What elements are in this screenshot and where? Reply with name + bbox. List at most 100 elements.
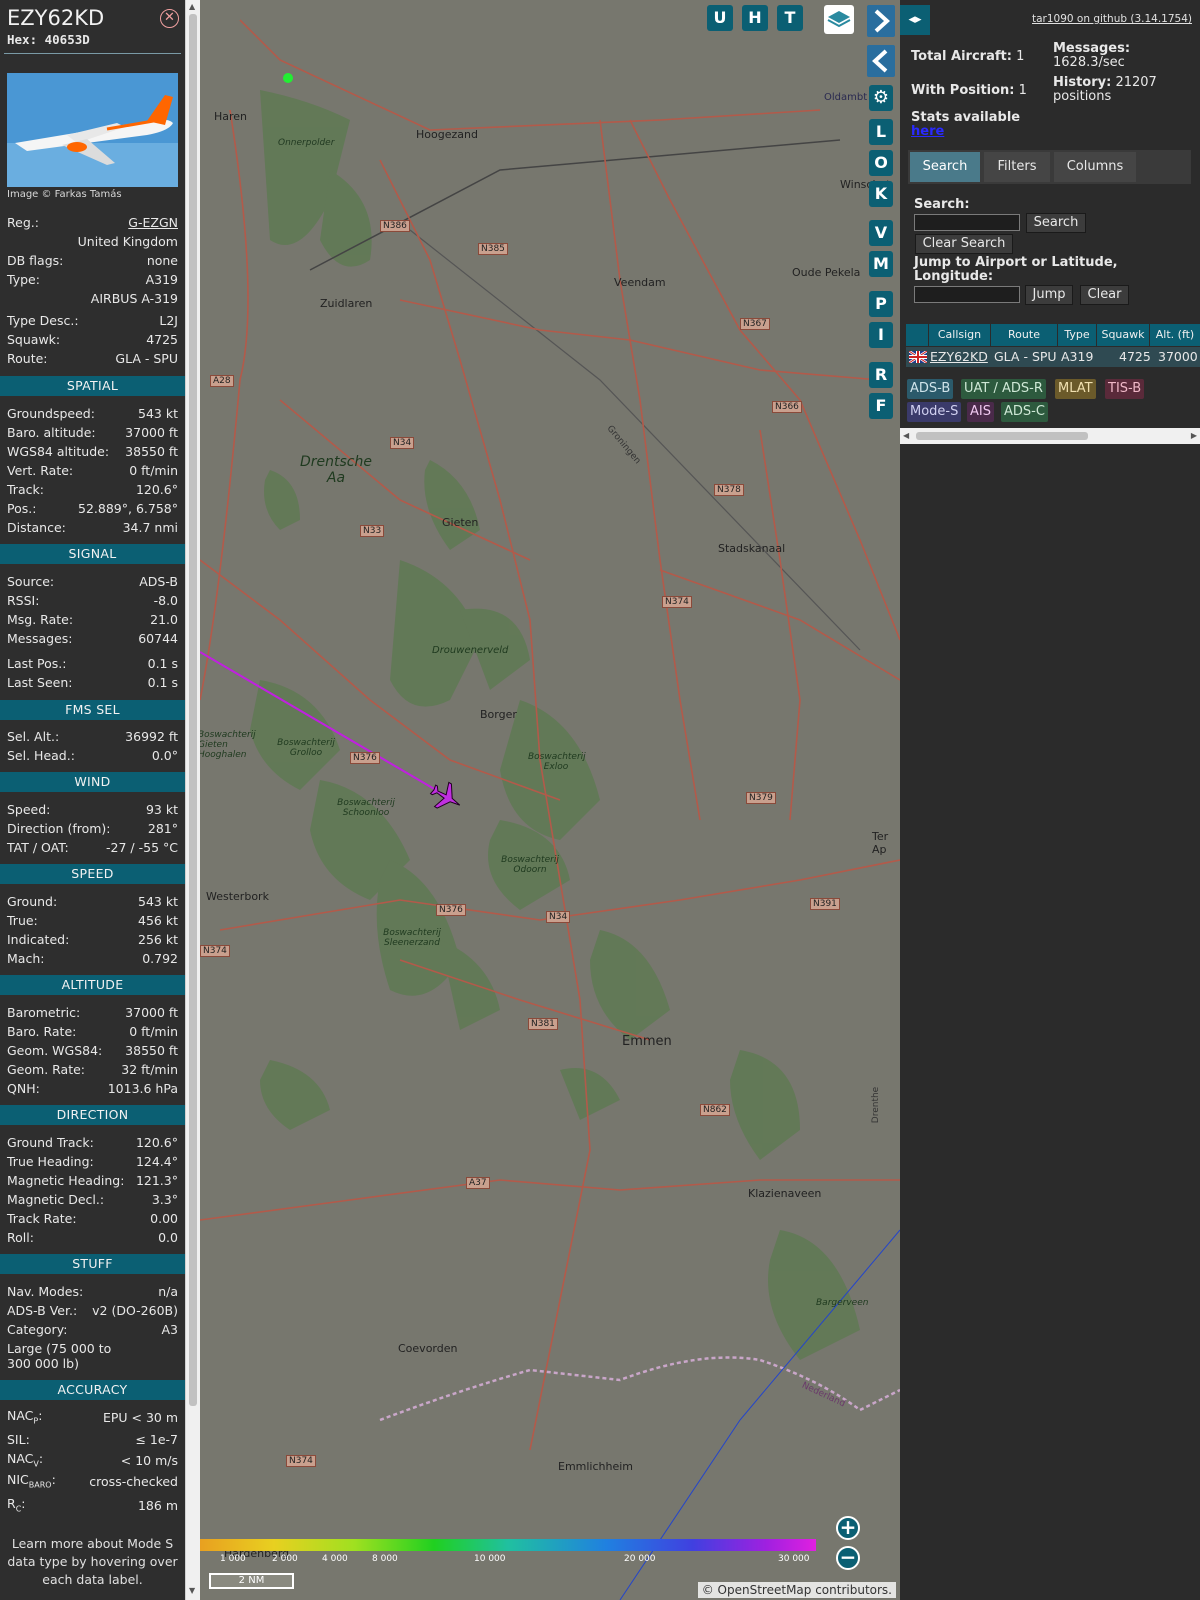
- close-icon[interactable]: ✕: [160, 9, 179, 28]
- accuracy-label: NICBARO:: [7, 1472, 56, 1490]
- section-spatial: SPATIAL: [0, 376, 185, 396]
- speed-label: True:: [7, 912, 38, 928]
- signal-value: ADS-B: [139, 573, 178, 589]
- legend-tis-b: TIS-B: [1105, 379, 1145, 399]
- aircraft-marker-icon[interactable]: [426, 777, 467, 817]
- direction-value: 3.3°: [151, 1191, 178, 1207]
- speed-value: 256 kt: [138, 931, 178, 947]
- wind-label: TAT / OAT:: [7, 839, 69, 855]
- section-altitude: ALTITUDE: [0, 975, 185, 995]
- altitude-tick: 20 000: [624, 1554, 656, 1564]
- map-label: Drenthe: [871, 1086, 882, 1124]
- scroll-down-icon[interactable]: ▼: [189, 1586, 195, 1595]
- tab-filters[interactable]: Filters: [984, 152, 1050, 182]
- expand-right-button[interactable]: [867, 5, 895, 37]
- stats-link[interactable]: here: [911, 124, 944, 139]
- map-layer: [200, 19, 900, 1600]
- hscroll-thumb[interactable]: [916, 432, 1088, 440]
- map-button-i[interactable]: I: [869, 322, 893, 348]
- section-signal: SIGNAL: [0, 544, 185, 564]
- stats-note: Stats available here: [911, 110, 1021, 139]
- search-input[interactable]: [914, 214, 1020, 231]
- tab-columns[interactable]: Columns: [1054, 152, 1136, 182]
- type-value: A319: [145, 271, 178, 287]
- signal-value: 60744: [138, 630, 178, 646]
- scroll-right-icon[interactable]: ▶: [1191, 431, 1197, 440]
- altitude-value: 38550 ft: [125, 1042, 178, 1058]
- zoom-out-button[interactable]: −: [836, 1546, 860, 1570]
- map-button-o[interactable]: O: [869, 150, 893, 176]
- table-horizontal-scrollbar[interactable]: ◀ ▶: [900, 428, 1200, 444]
- jump-label: Jump to Airport or Latitude, Longitude:: [914, 255, 1118, 284]
- wind-value: 93 kt: [145, 801, 178, 817]
- settings-gear-icon[interactable]: ⚙: [869, 85, 893, 111]
- github-link[interactable]: tar1090 on github (3.14.1754): [1032, 13, 1192, 25]
- map-button-f[interactable]: F: [869, 393, 893, 419]
- scroll-left-icon[interactable]: ◀: [903, 431, 909, 440]
- direction-row: Magnetic Decl.: 3.3°: [7, 1190, 178, 1208]
- altitude-color-bar: [200, 1539, 816, 1551]
- layers-button[interactable]: [824, 5, 854, 34]
- tab-search[interactable]: Search: [910, 152, 980, 182]
- altitude-tick: 1 000: [220, 1554, 246, 1564]
- uk-flag-icon: [909, 351, 927, 363]
- wind-label: Speed:: [7, 801, 51, 817]
- map-button-h[interactable]: H: [742, 5, 768, 31]
- toggle-sidebar-button[interactable]: ◂▸: [900, 5, 930, 35]
- map-button-m[interactable]: M: [869, 251, 893, 277]
- map-button-r[interactable]: R: [869, 362, 893, 388]
- spatial-value: 543 kt: [138, 405, 178, 421]
- category-description: Large (75 000 to 300 000 lb): [7, 1341, 112, 1371]
- hex-code: Hex: 40653D: [7, 32, 90, 47]
- direction-label: Magnetic Decl.:: [7, 1191, 105, 1207]
- osm-attribution[interactable]: © OpenStreetMap contributors.: [697, 1582, 896, 1598]
- altitude-value: 1013.6 hPa: [107, 1080, 178, 1096]
- altitude-label: QNH:: [7, 1080, 40, 1096]
- map-button-l[interactable]: L: [869, 119, 893, 145]
- column-header-type[interactable]: Type: [1058, 324, 1096, 346]
- direction-label: Roll:: [7, 1229, 34, 1245]
- road-shield: N376: [350, 752, 380, 764]
- row-callsign[interactable]: EZY62KD: [930, 348, 988, 366]
- wind-row: Speed: 93 kt: [7, 800, 178, 818]
- map-label: Veendam: [614, 276, 666, 289]
- info-scrollbar[interactable]: ▲ ▼: [185, 0, 200, 1600]
- column-header-squawk[interactable]: Squawk: [1097, 324, 1149, 346]
- db-flags-row: DB flags: none: [7, 251, 178, 269]
- map-button-u[interactable]: U: [707, 5, 733, 31]
- map-button-v[interactable]: V: [869, 220, 893, 246]
- spatial-label: Track:: [7, 481, 44, 497]
- jump-button[interactable]: Jump: [1025, 285, 1073, 305]
- aircraft-photo[interactable]: [7, 73, 178, 187]
- reg-link[interactable]: G-EZGN: [128, 215, 178, 230]
- jump-input[interactable]: [914, 286, 1020, 303]
- map-canvas[interactable]: Haren Hoogezand Onnerpolder Zuidlaren Ve…: [200, 0, 900, 1600]
- clear-button[interactable]: Clear: [1080, 285, 1129, 305]
- road-shield: N366: [772, 401, 802, 413]
- road-shield: N862: [700, 1104, 730, 1116]
- search-button[interactable]: Search: [1026, 213, 1086, 233]
- zoom-in-button[interactable]: +: [836, 1516, 860, 1540]
- altitude-row: Geom. Rate: 32 ft/min: [7, 1060, 178, 1078]
- stuff-value: A3: [161, 1321, 178, 1337]
- scrollbar-thumb[interactable]: [189, 14, 197, 1406]
- wind-label: Direction (from):: [7, 820, 111, 836]
- map-label: Coevorden: [398, 1342, 458, 1355]
- column-header-callsign[interactable]: Callsign: [929, 324, 990, 346]
- clear-search-button[interactable]: Clear Search: [915, 234, 1013, 254]
- collapse-left-button[interactable]: [867, 45, 895, 77]
- road-shield: N33: [360, 525, 385, 537]
- type-label: Type:: [7, 271, 40, 287]
- scroll-up-icon[interactable]: ▲: [189, 2, 195, 11]
- map-button-p[interactable]: P: [869, 291, 893, 317]
- map-label: Boswachterij Grolloo: [277, 738, 335, 758]
- stuff-label: Nav. Modes:: [7, 1283, 84, 1299]
- search-label: Search:: [914, 197, 970, 212]
- country-row: United Kingdom: [7, 232, 178, 250]
- map-button-t[interactable]: T: [777, 5, 803, 31]
- map-button-k[interactable]: K: [869, 181, 893, 207]
- column-header-route[interactable]: Route: [991, 324, 1057, 346]
- column-header-altitude[interactable]: Alt. (ft): [1150, 324, 1200, 346]
- accuracy-value: cross-checked: [89, 1473, 178, 1489]
- map-label: Westerbork: [206, 890, 269, 903]
